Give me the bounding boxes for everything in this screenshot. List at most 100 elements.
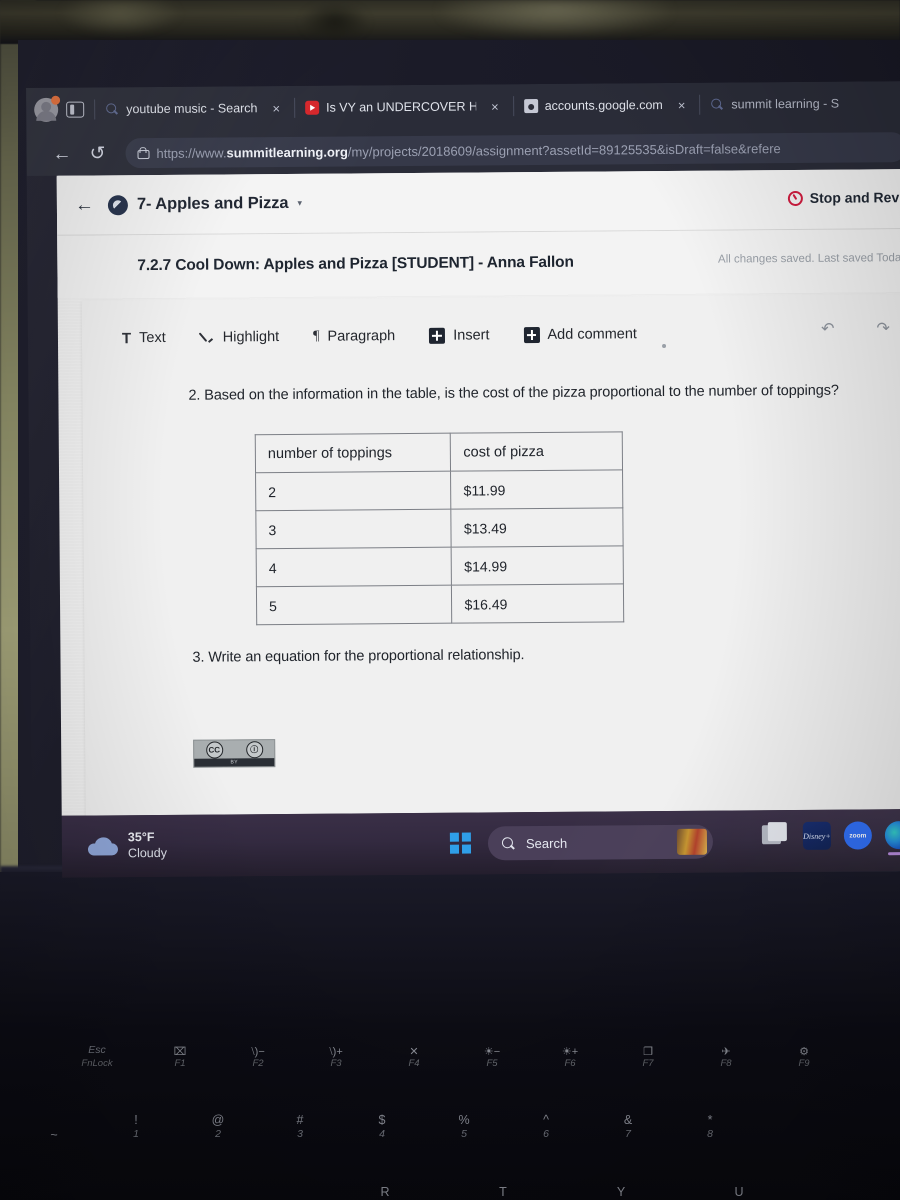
- key-symbol: #: [296, 1113, 304, 1127]
- cc-badge-row: CC ⓘ: [194, 740, 274, 759]
- windows-start-button[interactable]: [449, 832, 472, 854]
- tab-close-icon[interactable]: ×: [264, 101, 288, 116]
- key-7[interactable]: & 7: [610, 1107, 646, 1161]
- tab-close-icon[interactable]: ×: [670, 97, 694, 112]
- avatar-notification-badge: [51, 95, 61, 105]
- key-label: U: [734, 1185, 744, 1199]
- key-symbol: &: [623, 1113, 633, 1127]
- browser-back-button[interactable]: ←: [52, 143, 71, 164]
- key-f4[interactable]: ✕ F4: [392, 1037, 436, 1091]
- app-back-button[interactable]: ←: [75, 194, 94, 216]
- cell-cost: $13.49: [451, 507, 624, 548]
- table-row: 4 $14.99: [256, 545, 624, 587]
- page-icon: [523, 98, 538, 114]
- key-3[interactable]: # 3: [282, 1107, 318, 1161]
- browser-chrome: youtube music - Search × Is VY an UNDERC…: [26, 81, 900, 176]
- key-symbol: @: [211, 1113, 225, 1127]
- browser-tab-accounts-google[interactable]: accounts.google.com ×: [514, 90, 700, 121]
- key-label: 4: [379, 1128, 385, 1141]
- highlight-tool-button[interactable]: Highlight: [200, 329, 280, 346]
- column-header-toppings: number of toppings: [255, 433, 451, 473]
- key-u[interactable]: U: [724, 1185, 754, 1199]
- search-icon: [710, 98, 724, 112]
- text-icon: T: [121, 329, 132, 347]
- background-blur-2: [440, 0, 670, 36]
- cell-cost: $16.49: [451, 583, 624, 624]
- taskbar-search-input[interactable]: Search: [487, 824, 714, 861]
- key-t[interactable]: T: [488, 1185, 518, 1199]
- cell-toppings: 4: [256, 547, 452, 587]
- editor-toolbar: T Text Highlight ¶ Paragraph Insert Add …: [122, 312, 900, 358]
- function-key-row: Esc FnLock ⌧ F1 ⧵)− F2 ⧵)+ F3 ✕ F4 ☀− F5…: [70, 1037, 826, 1091]
- question-3-text: 3. Write an equation for the proportiona…: [192, 647, 525, 666]
- key-f8[interactable]: ✈ F8: [704, 1037, 748, 1091]
- paragraph-tool-button[interactable]: ¶ Paragraph: [313, 328, 395, 345]
- key-4[interactable]: $ 4: [364, 1107, 400, 1161]
- key-symbol: %: [458, 1113, 470, 1127]
- youtube-icon: [305, 100, 320, 115]
- letter-key-row: R T Y U: [370, 1185, 754, 1199]
- stop-and-revise-label: Stop and Revis: [809, 189, 900, 206]
- key-5[interactable]: % 5: [446, 1107, 482, 1161]
- text-tool-button[interactable]: T Text: [121, 329, 166, 347]
- brightness-up-icon: ☀+: [561, 1045, 579, 1058]
- airplane-mode-icon: ✈: [721, 1045, 731, 1058]
- key-symbol: ^: [543, 1113, 549, 1127]
- task-view-icon[interactable]: [762, 822, 790, 850]
- number-key-row: ~ ! 1 @ 2 # 3 $ 4 % 5 ^ 6 & 7 * 8: [36, 1107, 728, 1161]
- microsoft-edge-icon[interactable]: [884, 821, 900, 850]
- key-label: F1: [174, 1057, 186, 1069]
- key-1[interactable]: ! 1: [118, 1107, 154, 1161]
- key-f9[interactable]: ⚙ F9: [782, 1037, 826, 1091]
- start-tile: [461, 832, 471, 842]
- browser-tab-youtube-music[interactable]: youtube music - Search ×: [95, 93, 294, 125]
- tab-close-icon[interactable]: ×: [483, 99, 507, 114]
- key-8[interactable]: * 8: [692, 1107, 728, 1161]
- search-icon: [105, 102, 119, 116]
- cloud-icon: [88, 837, 118, 855]
- key-tilde[interactable]: ~: [36, 1107, 72, 1161]
- profile-avatar[interactable]: [34, 95, 61, 122]
- disney-plus-icon[interactable]: Disney+: [802, 821, 832, 850]
- url-text: https://www.summitlearning.org/my/projec…: [156, 140, 781, 161]
- key-f6[interactable]: ☀+ F6: [548, 1037, 592, 1091]
- key-symbol: !: [134, 1113, 138, 1127]
- insert-button[interactable]: Insert: [429, 327, 490, 344]
- zoom-icon[interactable]: zoom: [843, 821, 873, 850]
- cell-toppings: 5: [256, 585, 453, 625]
- key-6[interactable]: ^ 6: [528, 1107, 564, 1161]
- weather-temperature: 35°F: [127, 830, 155, 845]
- weather-widget[interactable]: 35°F Cloudy: [88, 830, 258, 863]
- app-header: ← 7- Apples and Pizza ▾ Stop and Revis: [56, 169, 900, 236]
- background-blur-1: [60, 0, 180, 34]
- key-r[interactable]: R: [370, 1185, 400, 1199]
- cell-toppings: 2: [255, 471, 452, 511]
- undo-button[interactable]: ↶: [821, 319, 835, 339]
- stop-and-revise-button[interactable]: Stop and Revis: [787, 189, 900, 206]
- key-y[interactable]: Y: [606, 1185, 636, 1199]
- add-comment-button[interactable]: Add comment: [523, 326, 637, 344]
- browser-tab-summit-learning[interactable]: summit learning - S: [700, 89, 845, 120]
- laptop-keyboard: Esc FnLock ⌧ F1 ⧵)− F2 ⧵)+ F3 ✕ F4 ☀− F5…: [0, 995, 900, 1200]
- address-bar[interactable]: https://www.summitlearning.org/my/projec…: [125, 132, 900, 169]
- key-f3[interactable]: ⧵)+ F3: [314, 1037, 358, 1091]
- cc-icon: CC: [205, 740, 223, 759]
- browser-tab-youtube-video[interactable]: Is VY an UNDERCOVER H ×: [295, 91, 513, 123]
- key-f7[interactable]: ❐ F7: [626, 1037, 670, 1091]
- lock-icon: [137, 147, 147, 159]
- page-title: 7- Apples and Pizza: [136, 193, 289, 214]
- chevron-down-icon[interactable]: ▾: [297, 198, 302, 209]
- creative-commons-badge: CC ⓘ BY: [193, 739, 276, 768]
- key-esc[interactable]: Esc FnLock: [70, 1037, 124, 1091]
- table-row: 3 $13.49: [255, 507, 624, 549]
- key-label: T: [499, 1185, 507, 1199]
- key-f5[interactable]: ☀− F5: [470, 1037, 514, 1091]
- split-screen-icon[interactable]: [66, 101, 85, 118]
- browser-reload-button[interactable]: ↺: [89, 143, 105, 164]
- key-2[interactable]: @ 2: [200, 1107, 236, 1161]
- key-label: F6: [564, 1057, 576, 1069]
- comment-anchor-dot: [662, 343, 667, 349]
- key-f2[interactable]: ⧵)− F2: [236, 1037, 280, 1091]
- key-f1[interactable]: ⌧ F1: [158, 1037, 202, 1091]
- redo-button[interactable]: ↷: [876, 318, 890, 338]
